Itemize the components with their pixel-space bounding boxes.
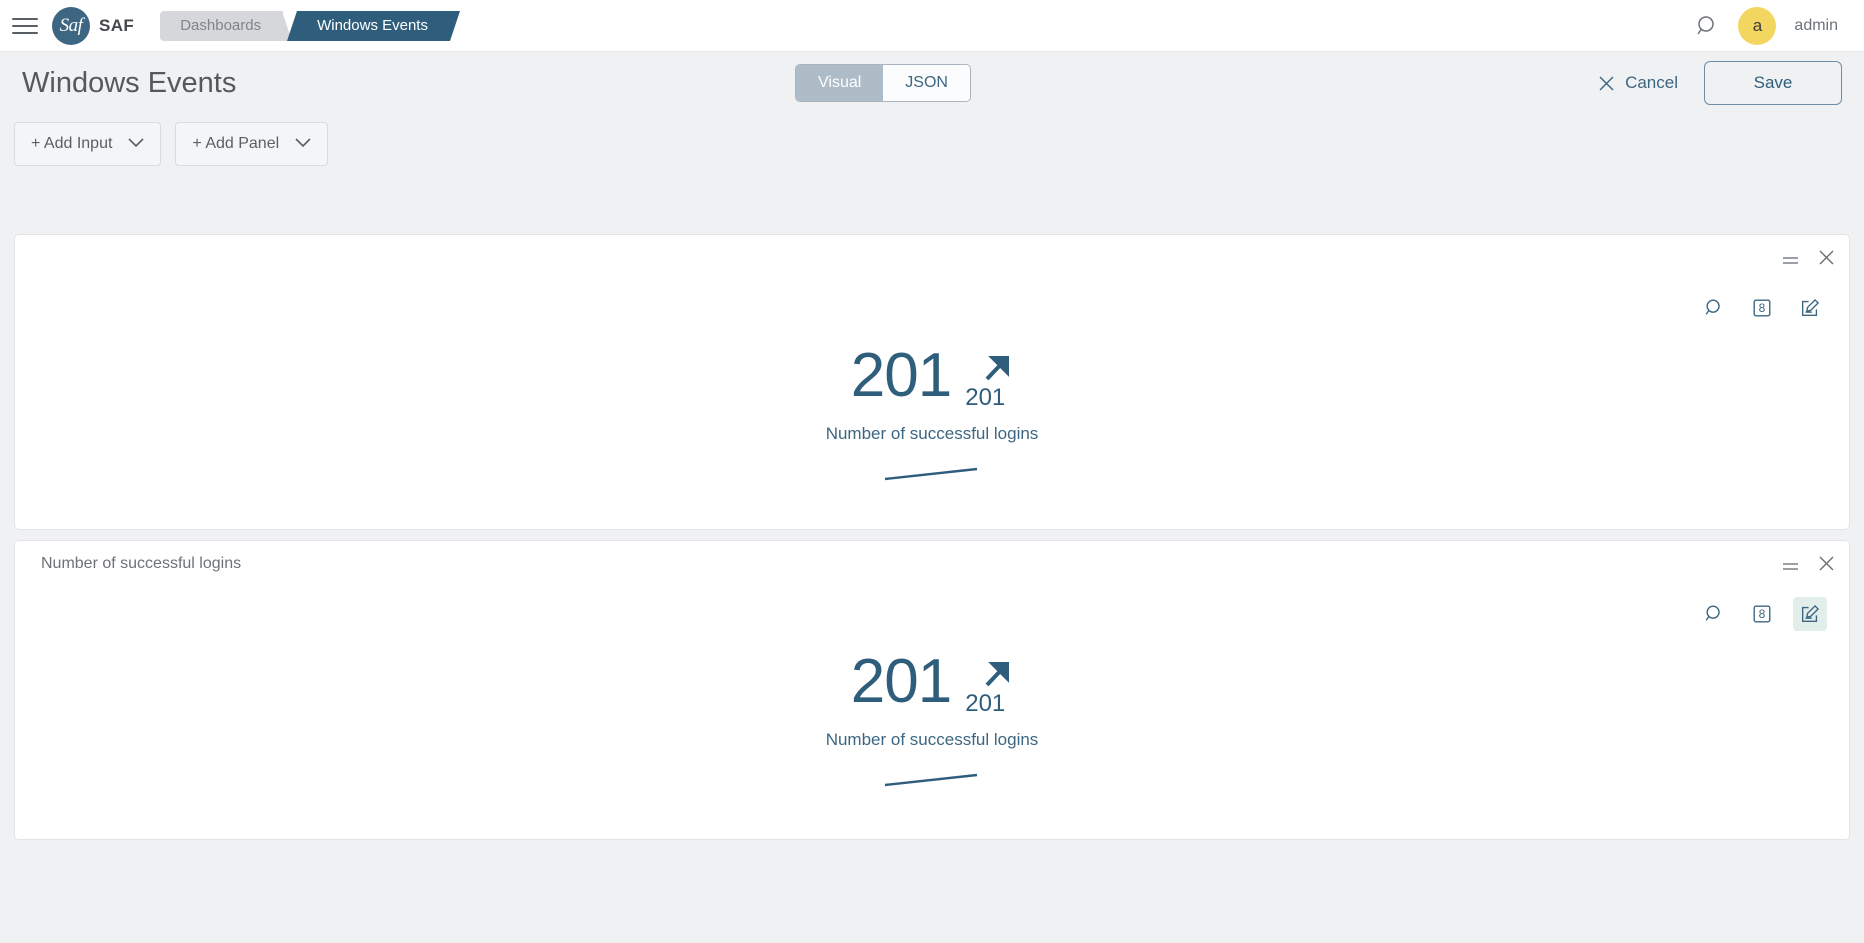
brand-name: SAF [99, 15, 135, 35]
breadcrumb-label: Windows Events [317, 17, 428, 34]
add-panel-label: + Add Panel [192, 135, 280, 152]
add-panel-button[interactable]: + Add Panel [175, 122, 329, 166]
avatar-initial: a [1752, 15, 1763, 35]
metric-value: 201 [850, 647, 952, 716]
panel-title: Number of successful logins [41, 555, 242, 572]
hamburger-line [12, 24, 38, 27]
panel-tools: 8 [1697, 597, 1827, 631]
sparkline-chart [882, 466, 982, 487]
metric-label: Number of successful logins [825, 729, 1039, 749]
logo-text: Saf [59, 14, 83, 36]
avatar[interactable]: a [1738, 6, 1777, 45]
tab-visual[interactable]: Visual [796, 65, 884, 101]
metric-trend-value: 201 [965, 689, 1006, 717]
tab-json[interactable]: JSON [883, 65, 970, 101]
grid-count-label: 8 [1758, 607, 1766, 621]
drag-handle-icon[interactable] [1783, 256, 1798, 264]
search-icon[interactable] [1694, 13, 1720, 39]
cancel-label: Cancel [1625, 73, 1678, 92]
metric-trend: 201 [965, 651, 1013, 718]
close-icon[interactable] [1818, 249, 1835, 271]
trend-up-arrow-icon [979, 659, 1013, 692]
close-icon [1599, 76, 1614, 90]
dashboard-panels: 8 201 201 Number of successful logins Nu… [0, 234, 1864, 840]
page-title-bar: Windows Events Visual JSON Cancel Save [0, 52, 1864, 114]
top-navigation-bar: Saf SAF Dashboards Windows Events a admi… [0, 0, 1864, 52]
user-name[interactable]: admin [1794, 17, 1838, 35]
panel-tools: 8 [1697, 291, 1827, 325]
edit-icon[interactable] [1793, 597, 1827, 631]
hamburger-menu-icon[interactable] [12, 16, 38, 36]
breadcrumb: Dashboards Windows Events [160, 10, 460, 41]
editor-toolbar: + Add Input + Add Panel [0, 114, 1864, 166]
page-title: Windows Events [22, 66, 237, 99]
chevron-down-icon [295, 135, 311, 153]
close-icon[interactable] [1818, 555, 1835, 577]
metric-value: 201 [850, 341, 952, 410]
panel-controls [1783, 555, 1835, 577]
tab-visual-label: Visual [818, 74, 862, 91]
breadcrumb-item-dashboards[interactable]: Dashboards [160, 10, 292, 41]
add-input-button[interactable]: + Add Input [14, 122, 162, 166]
sparkline-chart [882, 772, 982, 793]
grid-count-icon[interactable]: 8 [1745, 291, 1779, 325]
hamburger-line [12, 17, 38, 20]
dashboard-panel: 8 201 201 Number of successful logins [14, 234, 1850, 530]
search-icon[interactable] [1697, 597, 1731, 631]
panel-header [15, 235, 1849, 281]
hamburger-line [12, 31, 38, 34]
drag-handle-icon[interactable] [1783, 562, 1798, 570]
chevron-down-icon [128, 135, 144, 153]
saf-logo-icon: Saf [52, 6, 90, 45]
search-icon[interactable] [1697, 291, 1731, 325]
grid-count-icon[interactable]: 8 [1745, 597, 1779, 631]
trend-up-arrow-icon [979, 353, 1013, 386]
metric-display: 201 201 Number of successful logins [15, 345, 1849, 487]
breadcrumb-label: Dashboards [180, 17, 262, 34]
edit-icon[interactable] [1793, 291, 1827, 325]
panel-controls [1783, 249, 1835, 271]
cancel-button[interactable]: Cancel [1598, 73, 1678, 93]
metric-trend-value: 201 [965, 383, 1006, 411]
metric-label: Number of successful logins [825, 423, 1039, 443]
metric-row: 201 201 [851, 345, 1013, 412]
brand-logo[interactable]: Saf SAF [52, 6, 135, 45]
dashboard-panel: Number of successful logins 8 201 201 Nu… [14, 540, 1850, 840]
title-actions: Cancel Save [1598, 61, 1842, 105]
view-mode-toggle: Visual JSON [795, 64, 971, 102]
add-input-label: + Add Input [31, 135, 113, 152]
metric-trend: 201 [965, 345, 1013, 412]
save-button[interactable]: Save [1704, 61, 1842, 105]
tab-json-label: JSON [905, 74, 948, 91]
breadcrumb-item-windows-events[interactable]: Windows Events [287, 10, 460, 41]
grid-count-label: 8 [1758, 301, 1766, 315]
metric-display: 201 201 Number of successful logins [15, 651, 1849, 793]
panel-header: Number of successful logins [15, 541, 1849, 587]
nav-right-group: a admin [1694, 6, 1842, 45]
metric-row: 201 201 [851, 651, 1013, 718]
